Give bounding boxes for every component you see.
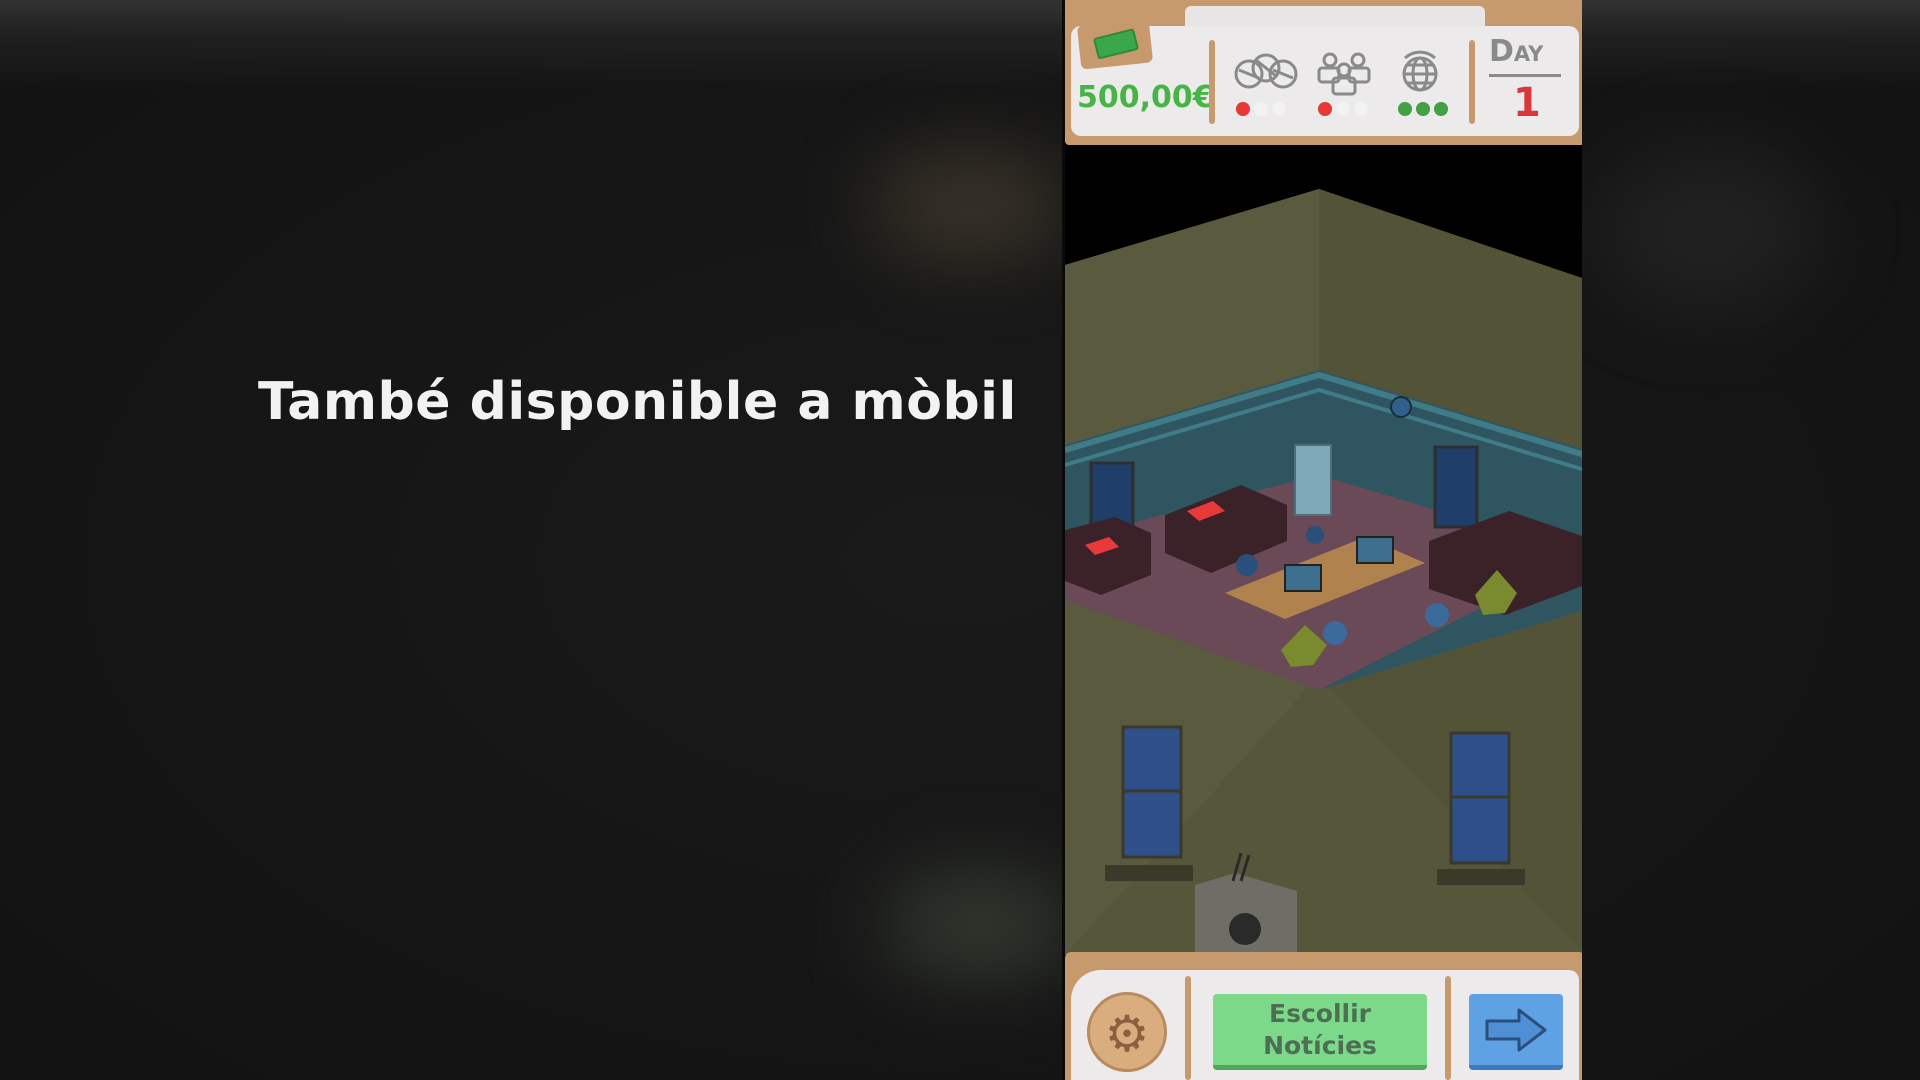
office-chair [1236,554,1258,576]
blurred-background-light [870,150,1070,260]
top-vignette [0,0,1920,90]
stat-global[interactable] [1387,50,1457,120]
computer-monitor [1356,536,1394,564]
blurred-background-light [1600,150,1820,310]
sports-balls-icon [1234,53,1298,89]
level-dot [1434,102,1448,116]
stat-people[interactable] [1307,50,1377,120]
toolbar-separator [1445,976,1451,1080]
settings-button[interactable]: ⚙ [1087,992,1167,1072]
fan-icon [1229,913,1261,945]
office-chair [1306,526,1324,544]
sports-level-dots [1231,102,1291,116]
choose-news-label: Escollir Notícies [1263,998,1377,1060]
hud-separator [1209,40,1215,124]
level-dot [1272,102,1286,116]
day-underline [1489,74,1561,77]
people-level-dots [1313,102,1373,116]
arrow-right-icon [1485,1008,1547,1052]
level-dot [1318,102,1332,116]
people-icon [1317,52,1371,96]
globe-icon [1402,50,1438,92]
mobile-game-screen: 500,00€ Day 1 ⚙ Escollir Notícies [1062,0,1582,1080]
window-sill [1437,869,1525,885]
window-sill [1105,865,1193,881]
video-frame: També disponible a mòbil 500,00€ Day 1 ⚙… [0,0,1920,1080]
day-label: Day [1489,34,1544,69]
computer-monitor [1284,564,1322,592]
next-day-button[interactable] [1469,994,1563,1070]
wall-clock [1390,396,1412,418]
level-dot [1254,102,1268,116]
office-3d-scene[interactable] [1065,145,1582,955]
hud-separator [1469,40,1475,124]
office-chair [1425,603,1449,627]
money-value: 500,00€ [1077,80,1214,115]
money-icon [1076,18,1154,70]
blurred-background-light [880,870,1080,980]
bottom-toolbar: ⚙ Escollir Notícies [1065,952,1582,1080]
gear-icon: ⚙ [1104,1005,1150,1063]
level-dot [1416,102,1430,116]
level-dot [1398,102,1412,116]
level-dot [1236,102,1250,116]
stat-sports[interactable] [1225,50,1298,120]
toolbar-separator [1185,976,1191,1080]
choose-news-button[interactable]: Escollir Notícies [1213,994,1427,1070]
day-counter: 1 [1513,80,1541,126]
isometric-office-illustration [1065,189,1582,955]
level-dot [1354,102,1368,116]
water-cooler [1294,444,1332,516]
office-chair [1323,621,1347,645]
top-hud: 500,00€ Day 1 [1065,0,1582,145]
promo-caption: També disponible a mòbil [258,372,1017,432]
level-dot [1336,102,1350,116]
office-door [1433,445,1479,529]
global-level-dots [1393,102,1453,116]
